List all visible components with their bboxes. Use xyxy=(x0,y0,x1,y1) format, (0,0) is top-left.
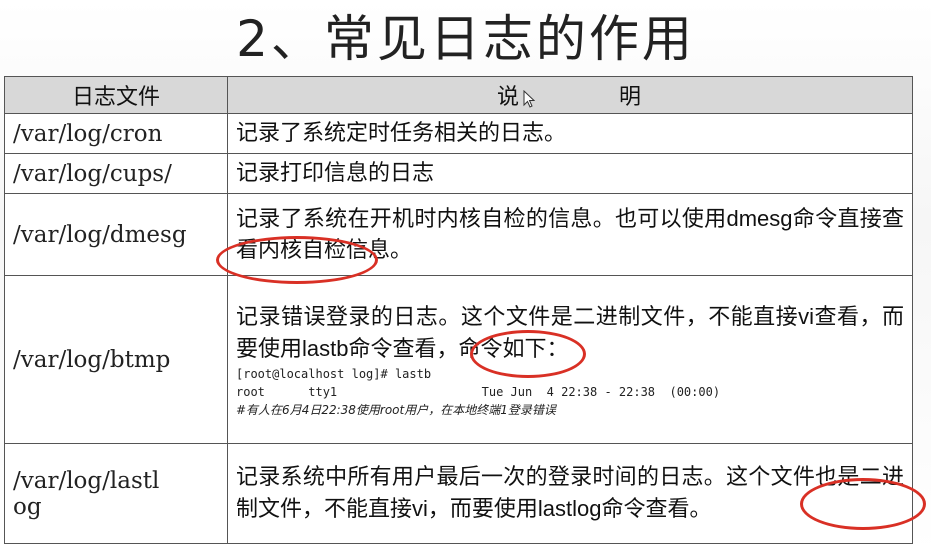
row-path-cron: /var/log/cron xyxy=(4,113,228,154)
row-desc-cron: 记录了系统定时任务相关的日志。 xyxy=(227,113,913,154)
row-desc-lastlog: 记录系统中所有用户最后一次的登录时间的日志。这个文件也是二进制文件，不能直接vi… xyxy=(227,443,913,544)
lastlog-desc-part3: 命令查看。 xyxy=(601,497,712,522)
row-desc-dmesg: 记录了系统在开机时内核自检的信息。也可以使用dmesg命令直接查看内核自检信息。 xyxy=(227,193,913,276)
row-desc-btmp: 记录错误登录的日志。这个文件是二进制文件，不能直接vi查看，而要使用lastb命… xyxy=(227,275,913,444)
table-row: /var/log/dmesg 记录了系统在开机时内核自检的信息。也可以使用dme… xyxy=(4,193,913,276)
slide-title: 2、常见日志的作用 xyxy=(236,10,695,68)
table-row: /var/log/cron 记录了系统定时任务相关的日志。 xyxy=(4,113,913,154)
row-path-cups: /var/log/cups/ xyxy=(4,153,228,194)
code-line-2: root tty1 Tue Jun 4 22:38 - 22:38 (00:00… xyxy=(236,384,721,399)
dmesg-desc-part1: 记录了系统在开机时内核自检的信息。也可以使用 xyxy=(236,207,727,232)
table-header-row: 日志文件 说 明 xyxy=(4,76,913,114)
dmesg-command: dmesg xyxy=(726,206,793,231)
table-row: /var/log/cups/ 记录打印信息的日志 xyxy=(4,153,913,194)
btmp-desc-part3: 命令查看，命令如下： xyxy=(348,336,569,362)
lastlog-path-part1: /var/log/lastl xyxy=(13,467,160,494)
lastlog-command: lastlog xyxy=(537,496,602,521)
header-description: 说 明 xyxy=(227,76,913,114)
header-desc-left: 说 xyxy=(496,85,521,110)
row-desc-cups: 记录打印信息的日志 xyxy=(227,153,913,194)
cursor-arrow-icon xyxy=(523,89,536,108)
code-comment: #有人在6月4日22:38使用root用户，在本地终端1登录错误 xyxy=(236,402,556,417)
lastlog-vi: vi xyxy=(412,496,428,521)
code-line-1: [root@localhost log]# lastb xyxy=(236,366,432,381)
header-desc-right: 明 xyxy=(619,85,644,110)
header-log-file: 日志文件 xyxy=(4,76,228,114)
btmp-desc-part1: 记录错误登录的日志。这个文件是二进制文件，不能直接 xyxy=(236,304,799,330)
btmp-vi: vi xyxy=(798,303,815,329)
lastlog-desc-part2: ，而要使用 xyxy=(427,497,538,522)
table-row: /var/log/btmp 记录错误登录的日志。这个文件是二进制文件，不能直接v… xyxy=(4,275,913,444)
lastlog-path-part2: og xyxy=(13,493,42,520)
row-path-btmp: /var/log/btmp xyxy=(4,275,228,444)
row-path-dmesg: /var/log/dmesg xyxy=(4,193,228,276)
log-files-table: 日志文件 说 明 /var/log/cron 记录了系统定时任务相关的日志。 /… xyxy=(4,76,913,544)
table-row: /var/log/lastl og 记录系统中所有用户最后一次的登录时间的日志。这… xyxy=(4,443,913,544)
row-path-lastlog: /var/log/lastl og xyxy=(4,443,228,544)
lastb-command: lastb xyxy=(302,335,349,361)
